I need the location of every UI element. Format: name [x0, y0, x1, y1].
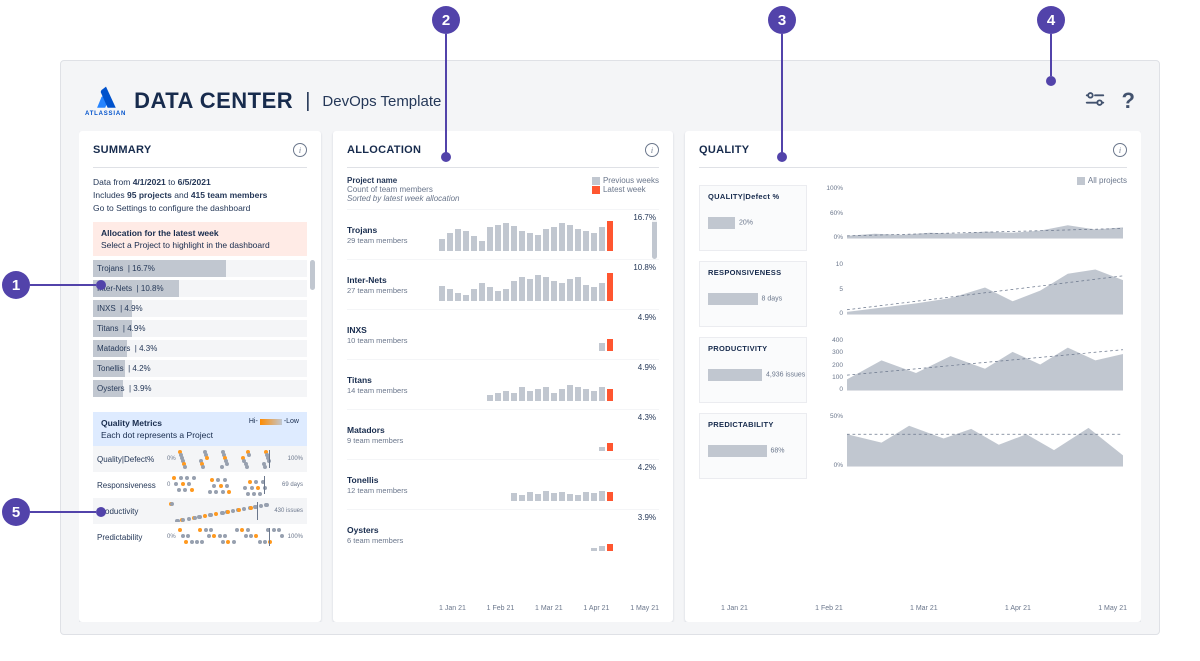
- swatch-all-projects-icon: [1077, 177, 1085, 185]
- divider: [699, 167, 1127, 168]
- quality-summary-card[interactable]: PRODUCTIVITY4,936 issues: [699, 337, 807, 403]
- summary-meta: Data from 4/1/2021 to 6/5/2021 Includes …: [93, 176, 307, 214]
- quality-summary-card[interactable]: QUALITY|Defect %20%: [699, 185, 807, 251]
- swatch-latest-icon: [592, 186, 600, 194]
- project-bar-row[interactable]: Inter-Nets | 10.8%: [93, 280, 307, 297]
- quality-metric-row[interactable]: Quality|Defect%0%100%: [93, 446, 307, 472]
- callout-3: 3: [768, 6, 796, 34]
- quality-trend-chart: 100%60%0%: [825, 185, 1127, 251]
- callout-line: [30, 284, 96, 286]
- allocation-panel: ALLOCATION i Project name Count of team …: [333, 131, 673, 622]
- allocation-x-axis: 1 Jan 211 Feb 211 Mar 211 Apr 211 May 21: [347, 605, 659, 612]
- project-bar-row[interactable]: Titans | 4.9%: [93, 320, 307, 337]
- allocation-row[interactable]: Trojans29 team members16.7%: [347, 209, 659, 259]
- swatch-previous-icon: [592, 177, 600, 185]
- info-icon[interactable]: i: [293, 143, 307, 157]
- callout-line: [445, 34, 447, 153]
- callout-dot: [777, 152, 787, 162]
- quality-legend: All projects: [699, 176, 1127, 185]
- project-bar-list: Trojans | 16.7% Inter-Nets | 10.8% INXS | …: [93, 260, 307, 400]
- project-bar-row[interactable]: Tonellis | 4.2%: [93, 360, 307, 377]
- help-icon[interactable]: ?: [1122, 88, 1135, 114]
- quality-x-axis: 1 Jan 211 Feb 211 Mar 211 Apr 211 May 21: [699, 605, 1127, 612]
- info-icon[interactable]: i: [645, 143, 659, 157]
- quality-metric-row[interactable]: Predictability0%100%: [93, 524, 307, 550]
- allocation-row[interactable]: Oysters6 team members3.9%: [347, 509, 659, 559]
- allocation-row[interactable]: INXS10 team members4.9%: [347, 309, 659, 359]
- allocation-row[interactable]: Matadors9 team members4.3%: [347, 409, 659, 459]
- atlassian-mark-icon: [93, 85, 119, 111]
- top-bar: ATLASSIAN DATA CENTER | DevOps Template …: [79, 77, 1141, 131]
- quality-panel: QUALITY i All projects QUALITY|Defect %2…: [685, 131, 1141, 622]
- title-block: ATLASSIAN DATA CENTER | DevOps Template: [85, 85, 441, 117]
- project-bar-row[interactable]: INXS | 4.9%: [93, 300, 307, 317]
- callout-dot: [96, 507, 106, 517]
- project-bar-row[interactable]: Oysters | 3.9%: [93, 380, 307, 397]
- quality-metric-row[interactable]: Responsiveness069 days: [93, 472, 307, 498]
- allocation-row[interactable]: Inter-Nets27 team members10.8%: [347, 259, 659, 309]
- callout-4: 4: [1037, 6, 1065, 34]
- info-icon[interactable]: i: [1113, 143, 1127, 157]
- summary-title: SUMMARY: [93, 144, 152, 156]
- callout-dot: [441, 152, 451, 162]
- divider: [93, 167, 307, 168]
- summary-panel: SUMMARY i Data from 4/1/2021 to 6/5/2021…: [79, 131, 321, 622]
- callout-dot: [96, 280, 106, 290]
- callout-line: [1050, 34, 1052, 76]
- allocation-row[interactable]: Tonellis12 team members4.2%: [347, 459, 659, 509]
- allocation-title: ALLOCATION: [347, 144, 421, 156]
- title-separator: |: [305, 90, 310, 113]
- page-subtitle: DevOps Template: [322, 93, 441, 110]
- settings-icon[interactable]: [1084, 88, 1106, 115]
- callout-1: 1: [2, 271, 30, 299]
- callout-dot: [1046, 76, 1056, 86]
- callout-5: 5: [2, 498, 30, 526]
- quality-summary-card[interactable]: PREDICTABILITY68%: [699, 413, 807, 479]
- scrollbar-thumb[interactable]: [310, 260, 315, 290]
- logo-text: ATLASSIAN: [85, 111, 126, 117]
- atlassian-logo: ATLASSIAN: [85, 85, 126, 117]
- quality-trend-chart: 50%0%: [825, 413, 1127, 479]
- project-bar-row[interactable]: Matadors | 4.3%: [93, 340, 307, 357]
- dashboard-frame: ATLASSIAN DATA CENTER | DevOps Template …: [60, 60, 1160, 635]
- callout-line: [30, 511, 96, 513]
- allocation-header: Project name Count of team members Sorte…: [347, 176, 659, 203]
- callout-2: 2: [432, 6, 460, 34]
- project-bar-row[interactable]: Trojans | 16.7%: [93, 260, 307, 277]
- quality-trend-chart: 4003002001000: [825, 337, 1127, 403]
- divider: [347, 167, 659, 168]
- qm-legend: Hi--Low: [249, 418, 299, 425]
- allocation-callout: Allocation for the latest week Select a …: [93, 222, 307, 256]
- allocation-row[interactable]: Titans14 team members4.9%: [347, 359, 659, 409]
- quality-trend-chart: 1050: [825, 261, 1127, 327]
- quality-title: QUALITY: [699, 144, 749, 156]
- quality-metrics-callout: Hi--Low Quality Metrics Each dot represe…: [93, 412, 307, 446]
- quality-metric-row[interactable]: Productivity430 issues: [93, 498, 307, 524]
- callout-line: [781, 34, 783, 153]
- quality-summary-card[interactable]: RESPONSIVENESS8 days: [699, 261, 807, 327]
- page-title: DATA CENTER: [134, 88, 293, 114]
